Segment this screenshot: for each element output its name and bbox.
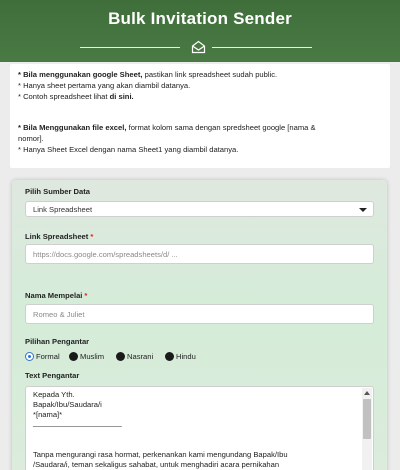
- info-line-2: * Hanya sheet pertama yang akan diambil …: [18, 81, 191, 90]
- scroll-thumb[interactable]: [363, 399, 371, 439]
- example-link[interactable]: di sini.: [110, 92, 134, 101]
- text-label: Text Pengantar: [25, 371, 80, 380]
- link-input[interactable]: https://docs.google.com/spreadsheets/d/ …: [25, 244, 374, 264]
- source-select-value: Link Spreadsheet: [33, 205, 93, 214]
- textarea-line: _____________________: [33, 418, 122, 427]
- page-title: Bulk Invitation Sender: [108, 9, 292, 28]
- info-line-4: * Bila Menggunakan file excel, format ko…: [18, 123, 316, 132]
- invitation-form: Pilih Sumber Data Link Spreadsheet Link …: [12, 180, 387, 470]
- radio-icon: [116, 352, 125, 361]
- source-label: Pilih Sumber Data: [25, 187, 90, 196]
- header-divider-right: [212, 47, 312, 48]
- textarea-line: /Saudara/i, teman sekaligus sahabat, unt…: [33, 460, 280, 469]
- textarea-line: Bapak/Ibu/Saudara/i: [33, 400, 102, 409]
- header-divider-left: [80, 47, 180, 48]
- textarea-scrollbar[interactable]: [362, 388, 372, 470]
- required-mark: *: [84, 291, 88, 300]
- chevron-down-icon: [359, 208, 367, 212]
- name-input[interactable]: Romeo & Juliet: [25, 304, 374, 324]
- info-panel: * Bila menggunakan google Sheet, pastika…: [10, 64, 390, 168]
- name-input-placeholder: Romeo & Juliet: [33, 310, 85, 319]
- textarea-line: Kepada Yth.: [33, 390, 75, 399]
- textarea-line: Tanpa mengurangi rasa hormat, perkenanka…: [33, 450, 288, 459]
- required-mark: *: [90, 232, 94, 241]
- link-input-placeholder: https://docs.google.com/spreadsheets/d/ …: [33, 250, 178, 259]
- radio-selected-icon: [25, 352, 34, 361]
- info-line-6: * Hanya Sheet Excel dengan nama Sheet1 y…: [18, 145, 239, 154]
- link-label: Link Spreadsheet *: [25, 232, 94, 241]
- intro-label: Pilihan Pengantar: [25, 337, 90, 346]
- envelope-open-icon: [191, 40, 206, 54]
- radio-icon: [69, 352, 78, 361]
- info-line-3: * Contoh spreadsheet lihat di sini.: [18, 92, 134, 101]
- scroll-up-icon[interactable]: [364, 391, 370, 395]
- info-line-1: * Bila menggunakan google Sheet, pastika…: [18, 70, 278, 79]
- radio-icon: [165, 352, 174, 361]
- intro-textarea[interactable]: Kepada Yth. Bapak/Ibu/Saudara/i *[nama]*…: [25, 386, 374, 470]
- name-label: Nama Mempelai *: [25, 291, 88, 300]
- info-line-5: nomor].: [18, 134, 44, 143]
- source-select[interactable]: Link Spreadsheet: [25, 201, 374, 217]
- app-header: Bulk Invitation Sender: [0, 0, 400, 62]
